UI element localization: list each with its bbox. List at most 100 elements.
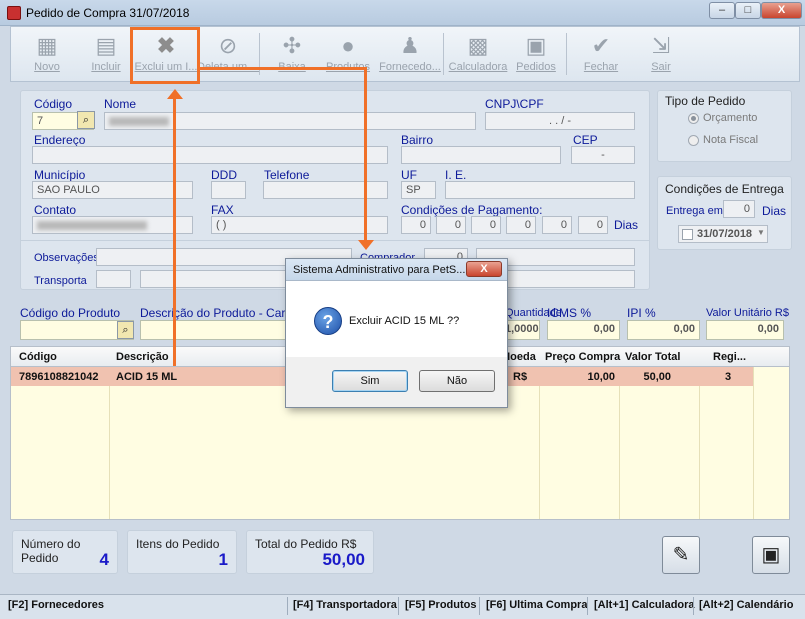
entrega-dias-field[interactable]: 0 (723, 200, 755, 218)
status-separator (287, 597, 288, 615)
row-descricao: ACID 15 ML (116, 371, 178, 383)
status-separator (693, 597, 694, 615)
col-codigo[interactable]: Código (19, 351, 57, 363)
annotation-line (199, 67, 367, 70)
cnpj-field[interactable]: . . / - (485, 112, 635, 130)
calculator-button[interactable]: ▩ Calculadora (447, 27, 509, 81)
cnpj-label: CNPJ\CPF (485, 97, 544, 111)
status-alt1[interactable]: [Alt+1] Calculadora (594, 599, 695, 611)
col-valor-total[interactable]: Valor Total (625, 351, 680, 363)
icms-field[interactable]: 0,00 (547, 320, 620, 340)
floppy-disk-icon: ▣ (761, 544, 781, 566)
dialog-message: Excluir ACID 15 ML ?? (349, 315, 460, 327)
tipo-pedido-title: Tipo de Pedido (665, 94, 746, 108)
telefone-field[interactable] (263, 181, 388, 199)
numero-pedido-box: Número do Pedido 4 (12, 530, 118, 574)
status-separator (398, 597, 399, 615)
ddd-field[interactable] (211, 181, 246, 199)
orders-button[interactable]: ▣ Pedidos (513, 27, 559, 81)
grid-line (539, 367, 540, 519)
app-icon (7, 6, 21, 20)
exit-button[interactable]: ⇲ Sair (639, 27, 683, 81)
cond-pag-1[interactable]: 0 (401, 216, 431, 234)
yes-button[interactable]: Sim (332, 370, 408, 392)
col-preco-compra[interactable]: Preço Compra (545, 351, 620, 363)
toolbar: ▦Novo ▤Incluir ✖Exclui um I... ⊘Deleta u… (10, 26, 800, 82)
product-lookup-icon[interactable]: ⌕ (117, 321, 134, 339)
itens-pedido-value: 1 (218, 550, 228, 569)
municipio-field[interactable]: SAO PAULO (32, 181, 193, 199)
bairro-field[interactable] (401, 146, 561, 164)
status-f2[interactable]: [F2] Fornecedores (8, 599, 104, 611)
annotation-arrowhead (167, 89, 183, 99)
status-alt2[interactable]: [Alt+2] Calendário (699, 599, 793, 611)
include-icon: ▤ (95, 33, 117, 58)
include-button[interactable]: ▤ Incluir (84, 27, 128, 81)
chevron-down-icon[interactable]: ▼ (757, 228, 765, 237)
status-f5[interactable]: [F5] Produtos (405, 599, 477, 611)
delete-order-button[interactable]: ⊘Deleta um ... (197, 27, 259, 81)
nota-fiscal-radio[interactable] (688, 135, 699, 146)
dialog-body: ? Excluir ACID 15 ML ?? (286, 281, 507, 357)
grid-line (753, 367, 754, 519)
ie-field[interactable] (445, 181, 635, 199)
network-icon: ✣ (282, 33, 302, 58)
cond-pag-3[interactable]: 0 (471, 216, 501, 234)
transporta-code-field[interactable] (96, 270, 131, 288)
contato-field[interactable] (32, 216, 193, 234)
close-button[interactable]: X (761, 2, 802, 19)
annotation-highlight (130, 27, 200, 84)
block-icon: ⊘ (218, 33, 238, 58)
status-f6[interactable]: [F6] Ultima Compra (486, 599, 587, 611)
toolbar-separator (443, 33, 444, 75)
confirm-dialog: Sistema Administrativo para PetS... X ? … (285, 258, 508, 408)
status-f4[interactable]: [F4] Transportadora (293, 599, 397, 611)
transporta-label: Transporta (34, 275, 87, 287)
close-order-button[interactable]: ✔ Fechar (579, 27, 623, 81)
dialog-close-button[interactable]: X (466, 261, 502, 277)
cond-pag-6[interactable]: 0 (578, 216, 608, 234)
annotation-line (173, 98, 176, 366)
ie-label: I. E. (445, 168, 467, 182)
row-registro: 3 (725, 371, 732, 383)
no-button[interactable]: Não (419, 370, 495, 392)
col-descricao[interactable]: Descrição (116, 351, 169, 363)
toolbar-separator (566, 33, 567, 75)
question-icon: ? (314, 307, 342, 335)
suppliers-button[interactable]: ♟ Fornecedo... (377, 27, 443, 81)
new-icon: ▦ (36, 33, 58, 58)
edit-document-button[interactable]: ✎ (662, 536, 700, 574)
minimize-button[interactable]: – (709, 2, 735, 19)
bomb-icon: ● (341, 33, 355, 58)
endereco-field[interactable] (32, 146, 388, 164)
divider (20, 240, 650, 241)
cond-pag-4[interactable]: 0 (506, 216, 536, 234)
orcamento-radio[interactable] (688, 113, 699, 124)
valor-unitario-field[interactable]: 0,00 (706, 320, 784, 340)
uf-label: UF (401, 168, 417, 182)
cep-field[interactable]: - (571, 146, 635, 164)
fax-field[interactable]: ( ) (211, 216, 388, 234)
new-button[interactable]: ▦ Novo (25, 27, 69, 81)
cond-pag-2[interactable]: 0 (436, 216, 466, 234)
contato-label: Contato (34, 203, 77, 217)
nota-fiscal-label: Nota Fiscal (703, 134, 759, 146)
save-button[interactable]: ▣ (752, 536, 790, 574)
grid-line (109, 367, 110, 519)
orcamento-label: Orçamento (703, 112, 758, 124)
lookup-icon[interactable]: ⌕ (77, 111, 95, 129)
entrega-date-checkbox[interactable] (682, 229, 693, 240)
uf-field[interactable]: SP (401, 181, 436, 199)
col-registro[interactable]: Regi... (713, 351, 746, 363)
ipi-label: IPI % (627, 306, 656, 320)
row-total: 50,00 (643, 371, 671, 383)
cond-pag-5[interactable]: 0 (542, 216, 572, 234)
ipi-field[interactable]: 0,00 (627, 320, 700, 340)
users-icon: ♟ (400, 33, 420, 58)
nome-label: Nome (104, 97, 137, 111)
nome-field[interactable] (104, 112, 476, 130)
valor-unitario-label: Valor Unitário R$ (706, 307, 789, 319)
baixa-button[interactable]: ✣Baixa (269, 27, 315, 81)
maximize-button[interactable]: □ (735, 2, 761, 19)
entrega-title: Condições de Entrega (665, 182, 784, 196)
